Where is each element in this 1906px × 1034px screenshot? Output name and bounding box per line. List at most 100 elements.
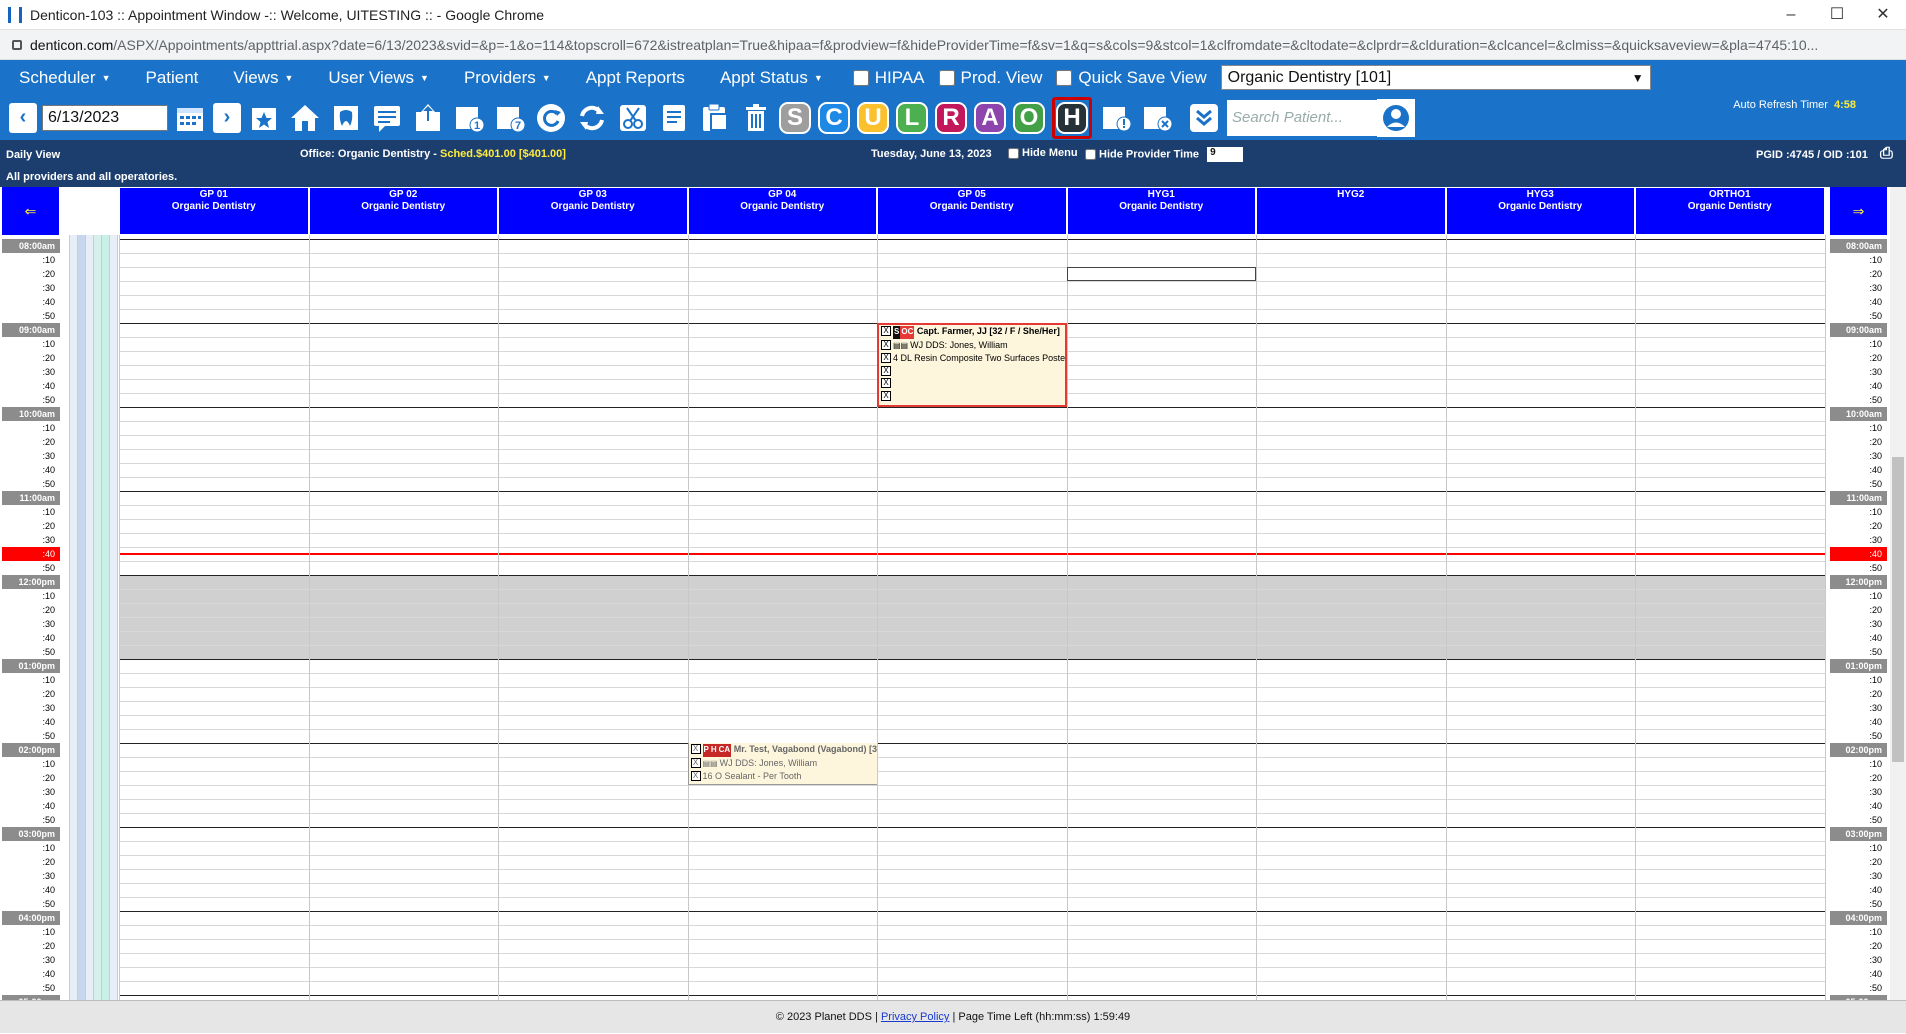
search-patient-input[interactable]: Search Patient...	[1227, 99, 1377, 136]
prev-day-icon[interactable]: ‹	[9, 102, 37, 133]
minute-label: :20	[42, 773, 55, 783]
column-header[interactable]: ORTHO1 Organic Dentistry	[1635, 187, 1825, 235]
menu-user-views[interactable]: User Views ▼	[309, 68, 445, 88]
tooth-chart-icon[interactable]	[328, 100, 364, 136]
column-header[interactable]: HYG2	[1256, 187, 1446, 235]
status-o-button[interactable]: O	[1013, 101, 1045, 134]
row-line	[119, 533, 1825, 534]
privacy-policy-link[interactable]: Privacy Policy	[881, 1011, 949, 1023]
date-input[interactable]: 6/13/2023	[42, 104, 168, 131]
prod-view-checkbox[interactable]	[938, 69, 955, 86]
close-icon[interactable]: X	[881, 365, 891, 376]
column-header[interactable]: GP 02 Organic Dentistry	[308, 187, 498, 235]
hipaa-toggle[interactable]: HIPAA	[852, 68, 925, 88]
cancel-calendar-icon[interactable]	[1139, 100, 1175, 136]
column-header[interactable]: HYG3 Organic Dentistry	[1445, 187, 1635, 235]
prod-view-toggle[interactable]: Prod. View	[938, 68, 1042, 88]
column-header[interactable]: GP 03 Organic Dentistry	[498, 187, 688, 235]
day-view-icon[interactable]: 1	[451, 100, 487, 136]
status-u-button[interactable]: U	[857, 101, 889, 134]
hipaa-checkbox[interactable]	[852, 69, 869, 86]
close-icon[interactable]: X	[881, 390, 891, 401]
appointment-block[interactable]: X P H CA Mr. Test, Vagabond (Vagabond) [3 X ▤…	[687, 743, 877, 785]
close-icon[interactable]: X	[690, 744, 701, 754]
hide-menu-toggle[interactable]: Hide Menu	[1008, 147, 1078, 159]
note-icon[interactable]: ▤▤	[893, 341, 908, 350]
close-icon[interactable]: X	[690, 757, 701, 768]
menu-scheduler[interactable]: Scheduler ▼	[0, 68, 126, 88]
status-l-button[interactable]: L	[896, 101, 928, 134]
hour-label: 11:00am	[1830, 491, 1887, 505]
calendar-icon[interactable]	[172, 100, 208, 136]
column-header[interactable]: HYG1 Organic Dentistry	[1066, 187, 1256, 235]
sync-icon[interactable]	[574, 100, 610, 136]
appointment-line: X	[879, 390, 1065, 403]
hide-menu-checkbox[interactable]	[1008, 147, 1019, 159]
hour-label: 04:00pm	[1830, 911, 1887, 925]
status-r-button[interactable]: R	[935, 101, 967, 134]
close-icon[interactable]: X	[881, 378, 891, 388]
favorite-calendar-icon[interactable]	[246, 100, 282, 136]
copy-icon[interactable]	[656, 100, 692, 136]
vertical-scrollbar[interactable]	[1890, 187, 1906, 1000]
hide-provider-time-toggle[interactable]: Hide Provider Time 9	[1085, 147, 1244, 162]
scroll-right-arrow-icon[interactable]: ⇒	[1830, 187, 1887, 235]
menu-providers[interactable]: Providers ▼	[445, 68, 567, 88]
close-icon[interactable]: X	[881, 326, 891, 336]
row-line	[119, 785, 1825, 786]
close-icon[interactable]: X	[881, 353, 891, 363]
status-s-button[interactable]: S	[779, 101, 811, 134]
column-name: HYG1	[1147, 189, 1175, 200]
address-bar[interactable]: denticon.com /ASPX/Appointments/appttria…	[0, 30, 1906, 60]
move-appointment-icon[interactable]	[410, 100, 446, 136]
column-line	[308, 235, 310, 1000]
status-h-button[interactable]: H	[1056, 101, 1088, 134]
delete-icon[interactable]	[738, 100, 774, 136]
selected-slot[interactable]	[1066, 267, 1256, 281]
close-icon[interactable]: X	[690, 771, 701, 781]
appointment-procedure: 16 O Sealant - Per Tooth	[702, 771, 802, 781]
minute-label: :30	[1869, 703, 1882, 713]
paste-icon[interactable]	[697, 100, 733, 136]
hide-provider-time-checkbox[interactable]	[1085, 149, 1096, 160]
patient-search-icon[interactable]	[1377, 98, 1415, 137]
status-a-button[interactable]: A	[974, 101, 1006, 134]
provider-time-strip	[110, 235, 118, 1000]
column-header[interactable]: GP 05 Organic Dentistry	[877, 187, 1067, 235]
notes-icon[interactable]	[369, 100, 405, 136]
column-header[interactable]: GP 01 Organic Dentistry	[119, 187, 309, 235]
appointment-block[interactable]: X S OC Capt. Farmer, JJ [32 / F / She/Her]…	[877, 323, 1067, 407]
cut-icon[interactable]	[615, 100, 651, 136]
week-view-icon[interactable]: 7	[492, 100, 528, 136]
home-icon[interactable]	[287, 100, 323, 136]
maximize-icon[interactable]: ☐	[1814, 0, 1860, 30]
close-icon[interactable]: X	[881, 339, 891, 350]
scrollbar-thumb[interactable]	[1892, 457, 1904, 762]
alert-calendar-icon[interactable]	[1098, 100, 1134, 136]
appointment-line: X ▤▤ WJ DDS: Jones, William	[879, 339, 1065, 353]
refresh-icon[interactable]	[533, 100, 569, 136]
quick-save-checkbox[interactable]	[1056, 69, 1073, 86]
minimize-icon[interactable]: –	[1768, 0, 1814, 30]
scroll-left-arrow-icon[interactable]: ⇐	[2, 187, 59, 235]
columns-select[interactable]: 9	[1207, 147, 1244, 162]
row-line	[119, 729, 1825, 730]
menu-appt-reports[interactable]: Appt Reports	[567, 68, 701, 88]
status-c-button[interactable]: C	[818, 101, 850, 134]
status-badge: P	[702, 744, 710, 757]
row-line	[119, 477, 1825, 478]
menu-views[interactable]: Views ▼	[214, 68, 309, 88]
expand-down-icon[interactable]	[1186, 100, 1222, 136]
quick-save-toggle[interactable]: Quick Save View	[1056, 68, 1207, 88]
next-day-icon[interactable]: ›	[213, 102, 241, 133]
minute-label: :20	[1869, 857, 1882, 867]
column-office: Organic Dentistry	[929, 201, 1014, 212]
menu-appt-status[interactable]: Appt Status ▼	[701, 68, 839, 88]
close-icon[interactable]: ✕	[1860, 0, 1906, 30]
note-icon[interactable]: ▤▤	[703, 759, 718, 768]
menu-patient[interactable]: Patient	[126, 68, 214, 88]
column-header[interactable]: GP 04 Organic Dentistry	[687, 187, 877, 235]
office-select[interactable]: Organic Dentistry [101] ▼	[1220, 65, 1651, 90]
minute-label: :20	[1869, 689, 1882, 699]
print-icon[interactable]: ⎙	[1880, 145, 1893, 163]
